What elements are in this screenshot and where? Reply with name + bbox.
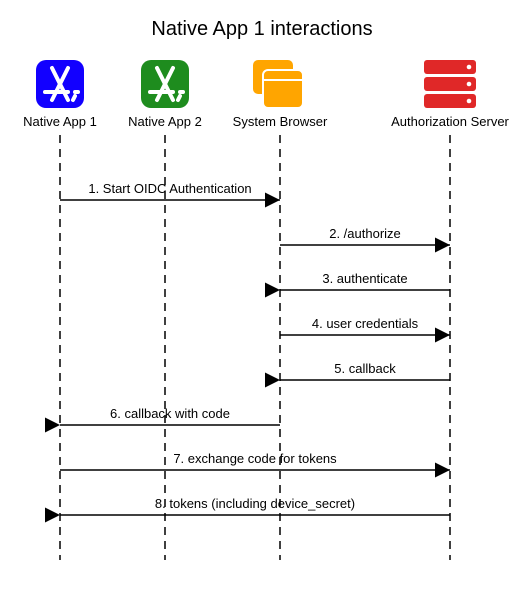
message-label-m6: 6. callback with code: [110, 406, 230, 421]
participant-label: Native App 1: [23, 114, 97, 129]
message-label-m1: 1. Start OIDC Authentication: [88, 181, 251, 196]
participant-label: System Browser: [233, 114, 328, 129]
participant-native-app-1: Native App 1: [23, 60, 97, 129]
message-label-m3: 3. authenticate: [322, 271, 407, 286]
message-label-m7: 7. exchange code for tokens: [173, 451, 337, 466]
participant-native-app-2: Native App 2: [128, 60, 202, 129]
sequence-diagram: Native App 1 interactions Native App 1 N…: [0, 0, 524, 598]
message-label-m4: 4. user credentials: [312, 316, 419, 331]
message-label-m2: 2. /authorize: [329, 226, 401, 241]
message-label-m8: 8. tokens (including device_secret): [155, 496, 355, 511]
message-label-m5: 5. callback: [334, 361, 396, 376]
participant-label: Authorization Server: [391, 114, 509, 129]
diagram-title: Native App 1 interactions: [151, 18, 372, 40]
participant-system-browser: System Browser: [233, 60, 328, 129]
messages: 1. Start OIDC Authentication 2. /authoriz…: [60, 181, 450, 515]
participant-authorization-server: Authorization Server: [391, 60, 509, 129]
participant-label: Native App 2: [128, 114, 202, 129]
